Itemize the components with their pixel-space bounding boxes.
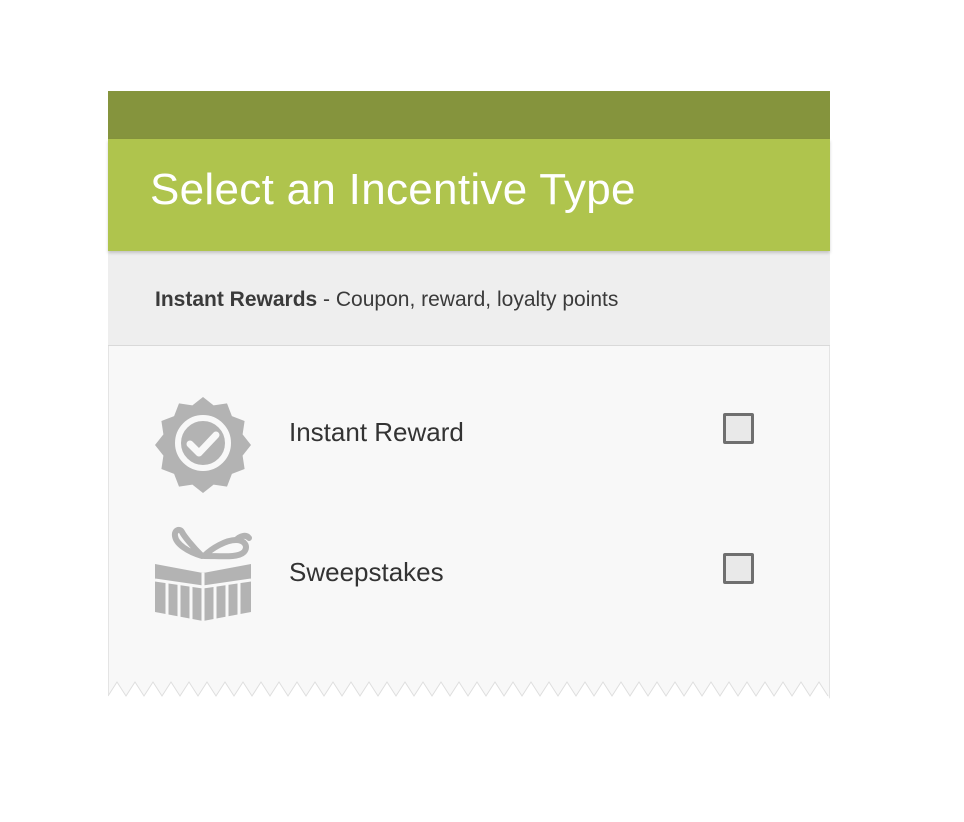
option-list: Instant Reward Sweepstakes [108, 346, 830, 699]
category-name: Instant Rewards [155, 288, 318, 311]
category-separator: - [317, 288, 336, 311]
incentive-type-screen: Select an Incentive Type Instant Rewards… [108, 91, 830, 699]
category-description: Coupon, reward, loyalty points [335, 288, 619, 311]
title-bar: Select an Incentive Type [108, 139, 830, 251]
option-row-sweepstakes[interactable]: Sweepstakes [109, 526, 829, 682]
page-title: Select an Incentive Type [150, 165, 636, 214]
instant-reward-checkbox[interactable] [723, 413, 754, 444]
option-label-instant-reward: Instant Reward [289, 417, 464, 447]
badge-check-icon [155, 397, 251, 493]
status-bar [108, 91, 830, 139]
torn-paper-edge [108, 681, 830, 699]
sweepstakes-checkbox[interactable] [723, 553, 754, 584]
category-header: Instant Rewards - Coupon, reward, loyalt… [108, 251, 830, 346]
option-label-sweepstakes: Sweepstakes [289, 557, 444, 587]
gift-icon [154, 526, 252, 621]
category-header-text: Instant Rewards - Coupon, reward, loyalt… [155, 288, 618, 312]
